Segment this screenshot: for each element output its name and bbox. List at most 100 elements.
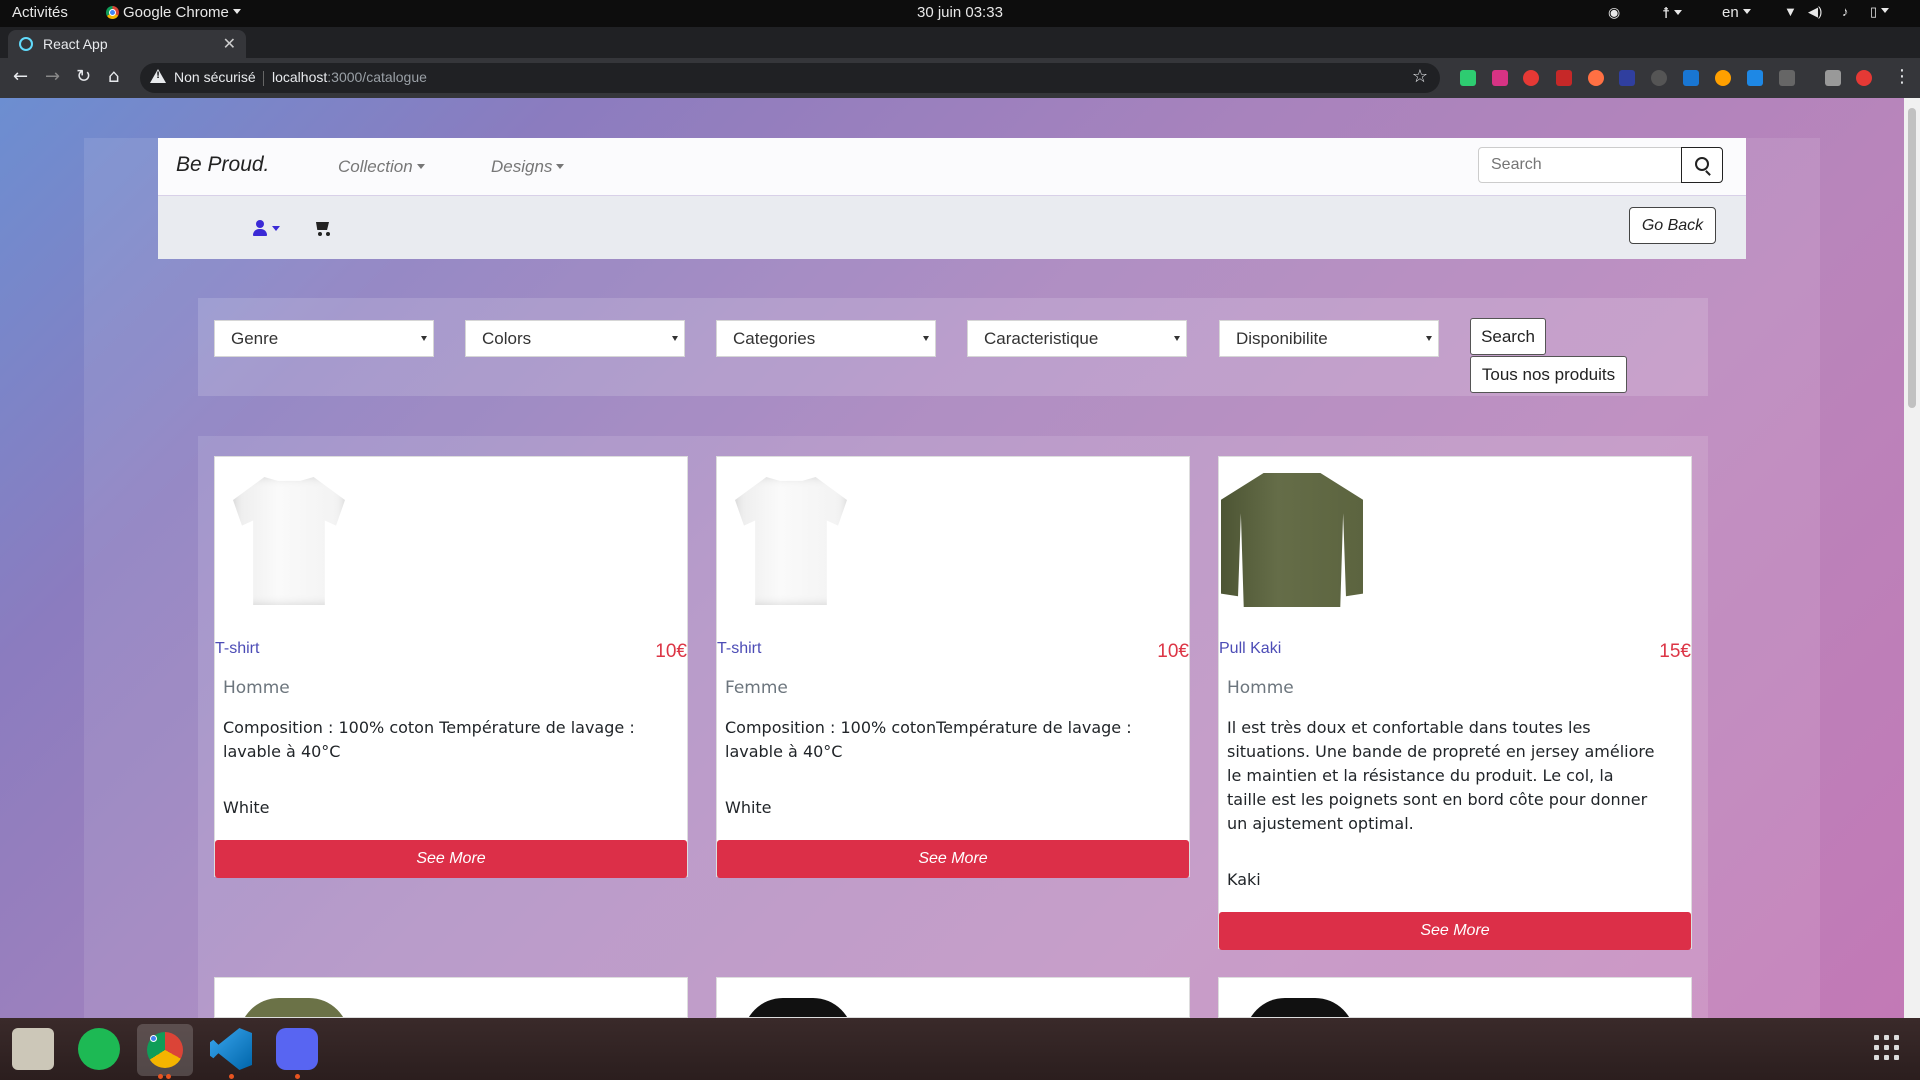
see-more-button[interactable]: See More [717,840,1189,878]
adblock-icon[interactable] [1556,70,1572,86]
product-genre: Homme [223,678,290,698]
network-icon[interactable]: ▼ [1784,4,1797,19]
search-input[interactable] [1478,147,1682,183]
extension-icon[interactable] [1588,70,1604,86]
system-top-bar: Activités Google Chrome 30 juin 03:33 ◉ … [0,0,1920,27]
close-tab-icon[interactable]: ✕ [223,34,236,54]
extension-icon[interactable] [1523,70,1539,86]
reload-icon[interactable]: ↻ [76,66,91,87]
running-indicator [158,1074,163,1079]
profile-avatar[interactable] [1856,70,1872,86]
filter-search-button[interactable]: Search [1470,318,1546,355]
collection-dropdown[interactable]: Collection [338,157,425,177]
microphone-icon[interactable]: ♪ [1842,4,1849,19]
forward-icon[interactable]: → [45,66,60,87]
select-arrow-icon [1174,336,1180,341]
product-image[interactable] [1219,457,1369,607]
cart-icon[interactable] [313,220,331,236]
product-description: Composition : 100% coton Température de … [223,718,635,761]
product-name[interactable]: Pull Kaki [1219,640,1281,658]
language-indicator[interactable]: en [1722,4,1751,21]
caracteristique-select[interactable]: Caracteristique [967,320,1187,357]
product-card-partial [1218,977,1692,1018]
select-arrow-icon [421,336,427,341]
activities-button[interactable]: Activités [12,4,68,21]
product-image[interactable] [717,457,867,607]
product-genre: Homme [1227,678,1294,698]
categories-select[interactable]: Categories [716,320,936,357]
product-card: T-shirt 10€ Homme Composition : 100% cot… [214,456,688,878]
extension-icon[interactable] [1619,70,1635,86]
search-button[interactable] [1681,147,1723,183]
url-text[interactable]: localhost:3000/catalogue [272,69,427,85]
files-app-icon[interactable] [12,1028,54,1070]
site-navbar: Be Proud. Collection Designs [158,138,1746,196]
discord-tray-icon[interactable]: ◉ [1608,4,1620,21]
genre-select[interactable]: Genre [214,320,434,357]
caret-down-icon [556,164,565,169]
tab-react-app[interactable]: React App ✕ [8,30,246,58]
home-icon[interactable]: ⌂ [108,66,119,87]
tab-title: React App [43,36,108,52]
see-more-button[interactable]: See More [1219,912,1691,950]
go-back-button[interactable]: Go Back [1629,207,1716,244]
bookmark-star-icon[interactable]: ☆ [1412,66,1428,87]
warning-icon [150,69,166,83]
extension-icon[interactable] [1715,70,1731,86]
product-price: 10€ [655,641,687,662]
media-control-icon[interactable] [1825,70,1841,86]
running-indicator [295,1074,300,1079]
product-image[interactable] [215,457,365,607]
extension-icon[interactable] [1683,70,1699,86]
product-description: Composition : 100% cotonTempérature de l… [725,718,1132,761]
designs-dropdown[interactable]: Designs [491,157,565,177]
product-image [1245,998,1355,1017]
see-more-button[interactable]: See More [215,840,687,878]
battery-icon[interactable]: ▯ [1870,4,1890,20]
chrome-dock-icon[interactable] [137,1024,193,1076]
product-card: T-shirt 10€ Femme Composition : 100% cot… [716,456,1190,878]
extension-icon[interactable] [1779,70,1795,86]
user-icon[interactable] [252,220,268,236]
product-price: 15€ [1659,641,1691,662]
spotify-icon[interactable] [78,1028,120,1070]
page-scrollbar[interactable] [1904,98,1920,1018]
sweater-image [1221,473,1363,607]
scrollbar-thumb[interactable] [1908,108,1916,408]
app-name: Google Chrome [123,4,229,21]
colors-select[interactable]: Colors [465,320,685,357]
user-bar: Go Back [158,196,1746,259]
disponibilite-select[interactable]: Disponibilite [1219,320,1439,357]
product-image [239,998,349,1017]
select-arrow-icon [672,336,678,341]
extension-icon[interactable] [1460,70,1476,86]
brand-logo[interactable]: Be Proud. [176,153,269,177]
product-genre: Femme [725,678,788,698]
product-name[interactable]: T-shirt [215,640,259,658]
address-bar[interactable]: Non sécurisé localhost:3000/catalogue ☆ [140,63,1440,93]
product-name[interactable]: T-shirt [717,640,761,658]
caret-down-icon[interactable] [272,226,280,231]
app-menu[interactable]: Google Chrome [106,4,241,21]
back-icon[interactable]: ← [13,66,28,87]
volume-icon[interactable]: ◀) [1808,4,1822,20]
show-apps-icon[interactable] [1874,1035,1902,1063]
all-products-button[interactable]: Tous nos produits [1470,356,1627,393]
accessibility-icon[interactable]: ☨ [1662,4,1683,22]
page-content: Be Proud. Collection Designs Go Back Gen… [0,98,1904,1018]
clock[interactable]: 30 juin 03:33 [917,4,1003,21]
tshirt-image [233,477,345,605]
react-favicon-icon [19,37,33,51]
product-color: White [223,798,270,817]
extension-icon[interactable] [1492,70,1508,86]
vscode-icon[interactable] [210,1028,252,1070]
tshirt-image [735,477,847,605]
discord-icon[interactable] [276,1028,318,1070]
product-price: 10€ [1157,641,1189,662]
tab-strip: React App ✕ + – ⧉ ✕ [0,27,1920,80]
extension-icon[interactable] [1747,70,1763,86]
running-indicator [229,1074,234,1079]
extension-icon[interactable] [1651,70,1667,86]
more-menu-icon[interactable]: ⋮ [1893,66,1911,87]
security-label[interactable]: Non sécurisé [174,69,256,85]
